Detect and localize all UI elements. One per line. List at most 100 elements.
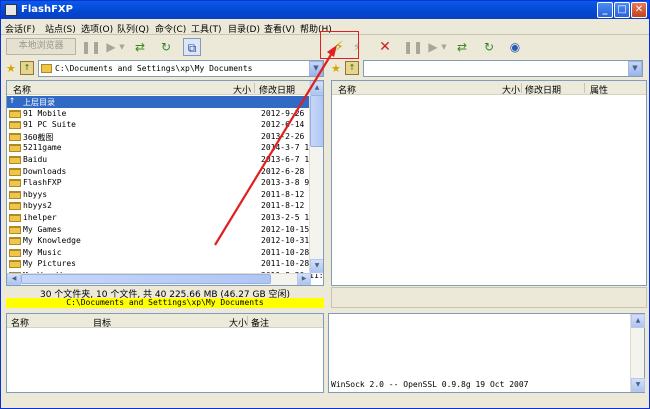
col-date[interactable]: 修改日期 — [525, 83, 561, 96]
app-icon — [5, 4, 17, 16]
file-name: 5211game — [23, 143, 62, 153]
parent-directory-row[interactable]: ↑ 上层目录 — [7, 95, 313, 108]
remote-path-input[interactable] — [363, 60, 643, 77]
folder-icon — [9, 109, 21, 118]
menu-view[interactable]: 查看(V) — [264, 22, 295, 35]
col-size[interactable]: 大小 — [502, 83, 520, 96]
scroll-left-button[interactable]: ◀ — [7, 273, 21, 285]
scroll-up-button[interactable]: ▲ — [310, 81, 323, 95]
star-icon[interactable]: ★ — [6, 62, 16, 75]
folder-icon — [9, 144, 21, 153]
up-folder-icon[interactable]: ↑ — [345, 61, 359, 75]
chevron-down-icon[interactable]: ▼ — [440, 38, 448, 56]
local-path-input[interactable]: C:\Documents and Settings\xp\My Document… — [38, 60, 324, 77]
col-attributes[interactable]: 属性 — [590, 83, 608, 96]
globe-icon[interactable]: ◉ — [506, 38, 524, 56]
pause-icon[interactable]: ❚❚ — [403, 38, 423, 56]
col-size[interactable]: 大小 — [229, 316, 247, 329]
file-row[interactable]: hbyys 2011-8-12 11:3 — [7, 189, 323, 201]
refresh-icon[interactable]: ↻ — [157, 38, 175, 56]
star-icon[interactable]: ★ — [331, 62, 341, 75]
menu-commands[interactable]: 命令(C) — [155, 22, 186, 35]
file-name: 91 PC Suite — [23, 120, 76, 130]
col-name[interactable]: 名称 — [11, 316, 29, 329]
remote-status — [331, 287, 647, 308]
file-row[interactable]: 360截图 2013-2-26 14:5 — [7, 131, 323, 143]
menu-tools[interactable]: 工具(T) — [191, 22, 222, 35]
file-row[interactable]: ihelper 2013-2-5 16:20 — [7, 212, 323, 224]
chevron-down-icon[interactable]: ▼ — [628, 61, 642, 76]
minimize-button[interactable]: _ — [597, 2, 613, 18]
local-list-header: 名称 大小 修改日期 — [7, 81, 323, 96]
local-file-list[interactable]: 名称 大小 修改日期 ↑ 上层目录 91 Mobile 2012-9-26 10:4 9… — [6, 80, 324, 286]
local-files: ↑ 上层目录 91 Mobile 2012-9-26 10:4 91 PC Suite 2… — [7, 95, 323, 282]
file-row[interactable]: My Knowledge 2012-10-31 16: — [7, 235, 323, 247]
file-name: Downloads — [23, 166, 67, 176]
file-name: My Knowledge — [23, 236, 81, 246]
chevron-down-icon[interactable]: ▼ — [118, 38, 126, 56]
file-row[interactable]: My Games 2012-10-15 13: — [7, 224, 323, 236]
file-row[interactable]: hbyys2 2011-8-12 11:3 — [7, 200, 323, 212]
file-row[interactable]: My Pictures 2011-10-28 13: — [7, 258, 323, 270]
file-row[interactable]: 91 Mobile 2012-9-26 10:4 — [7, 108, 323, 120]
column-divider[interactable] — [521, 83, 522, 93]
local-vertical-scrollbar[interactable]: ▲ ▼ — [309, 81, 323, 274]
folder-icon — [9, 179, 21, 188]
file-row[interactable]: Downloads 2012-6-28 8:56 — [7, 166, 323, 178]
folder-icon — [9, 167, 21, 176]
folder-icon — [41, 64, 52, 73]
queue-header: 名称 目标 大小 备注 — [7, 314, 323, 329]
local-toolbar: 本地浏览器 ❚❚ ▶ ▼ ⇄ ↻ ⧉ — [1, 35, 326, 59]
up-folder-icon[interactable]: ↑ — [20, 61, 34, 75]
folder-icon — [9, 213, 21, 222]
abort-icon[interactable]: ✕ — [376, 38, 394, 56]
file-row[interactable]: 91 PC Suite 2012-6-14 12:5 — [7, 119, 323, 131]
menu-session[interactable]: 会话(F) — [5, 22, 35, 35]
col-name[interactable]: 名称 — [338, 83, 356, 96]
scroll-thumb[interactable] — [310, 95, 323, 147]
log-line: WinSock 2.0 -- OpenSSL 0.9.8g 19 Oct 200… — [331, 380, 529, 389]
log-vertical-scrollbar[interactable]: ▲ ▼ — [630, 314, 645, 392]
file-row[interactable]: FlashFXP 2013-3-8 9:54 — [7, 177, 323, 189]
column-divider[interactable] — [254, 83, 255, 93]
scroll-up-button[interactable]: ▲ — [631, 314, 645, 328]
column-divider[interactable] — [584, 83, 585, 93]
col-note[interactable]: 备注 — [251, 316, 269, 329]
menu-queue[interactable]: 队列(Q) — [117, 22, 149, 35]
menu-options[interactable]: 选项(O) — [81, 22, 113, 35]
folder-icon — [9, 190, 21, 199]
file-row[interactable]: 5211game 2014-3-7 12:36 — [7, 142, 323, 154]
flashfxp-window: FlashFXP _ □ ✕ 会话(F) 站点(S) 选项(O) 队列(Q) 命… — [0, 0, 650, 409]
col-date[interactable]: 修改日期 — [259, 83, 295, 96]
remote-file-list[interactable]: 名称 大小 修改日期 属性 — [331, 80, 647, 286]
col-target[interactable]: 目标 — [93, 316, 111, 329]
col-size[interactable]: 大小 — [233, 83, 251, 96]
file-row[interactable]: Baidu 2013-6-7 10:23 — [7, 154, 323, 166]
refresh-icon[interactable]: ↻ — [480, 38, 498, 56]
remote-list-header: 名称 大小 修改日期 属性 — [332, 81, 646, 96]
scroll-down-button[interactable]: ▼ — [310, 259, 323, 273]
local-horizontal-scrollbar[interactable]: ◀ ▶ — [7, 273, 311, 285]
scroll-right-button[interactable]: ▶ — [297, 273, 311, 285]
file-row[interactable]: My Music 2011-10-28 13: — [7, 247, 323, 259]
file-name: FlashFXP — [23, 178, 62, 188]
transfer-icon[interactable]: ⇄ — [453, 38, 471, 56]
remote-address-bar: ★ ↑ ▼ — [331, 60, 647, 78]
site-manager-icon[interactable]: ⧉ — [183, 38, 201, 56]
pause-icon[interactable]: ❚❚ — [81, 38, 101, 56]
local-browser-button[interactable]: 本地浏览器 — [6, 38, 76, 55]
scroll-down-button[interactable]: ▼ — [631, 378, 645, 392]
maximize-button[interactable]: □ — [614, 2, 630, 18]
close-button[interactable]: ✕ — [631, 2, 647, 18]
session-log[interactable]: WinSock 2.0 -- OpenSSL 0.9.8g 19 Oct 200… — [328, 313, 645, 393]
menu-site[interactable]: 站点(S) — [45, 22, 76, 35]
column-divider[interactable] — [247, 316, 248, 326]
folder-icon — [9, 260, 21, 269]
file-name: My Music — [23, 247, 62, 257]
queue-list[interactable]: 名称 目标 大小 备注 — [6, 313, 324, 393]
menu-directory[interactable]: 目录(D) — [228, 22, 260, 35]
scroll-thumb[interactable] — [21, 274, 271, 284]
chevron-down-icon[interactable]: ▼ — [309, 61, 323, 76]
file-name: hbyys2 — [23, 201, 52, 211]
transfer-icon[interactable]: ⇄ — [131, 38, 149, 56]
